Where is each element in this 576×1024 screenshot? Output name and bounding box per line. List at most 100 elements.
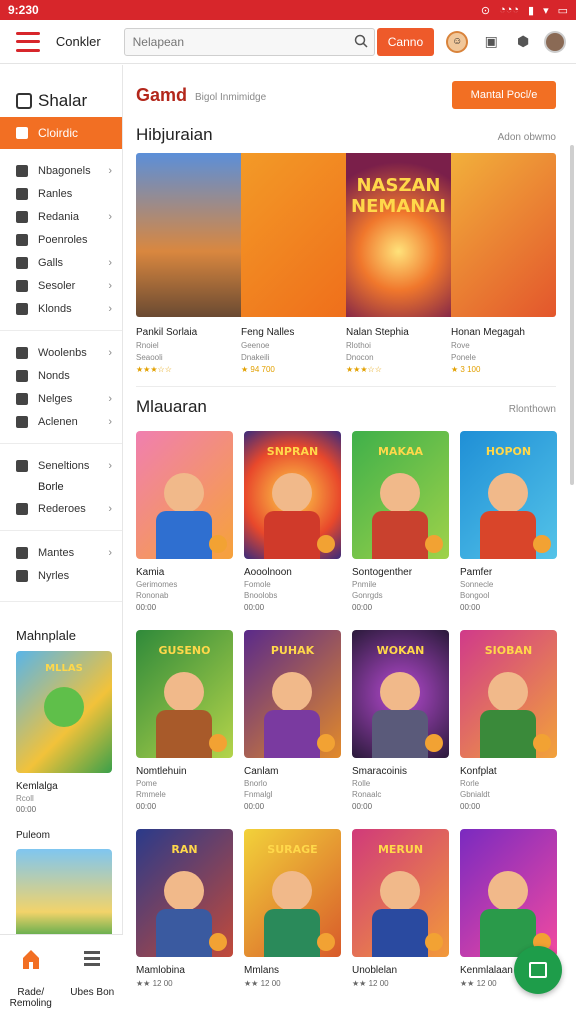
user-avatar[interactable] xyxy=(544,30,566,53)
banner-sub: Rove xyxy=(451,341,470,350)
game-card[interactable]: SURAGE Mmlans ★★ 12 00 xyxy=(244,829,341,988)
game-card-stat: ★★ 12 00 xyxy=(244,979,281,988)
sidebar-group-quaternary: Mantes › Nyrles xyxy=(0,541,122,587)
play-icon[interactable] xyxy=(425,535,443,553)
banner-section-more-link[interactable]: Adon obwmo xyxy=(498,132,556,143)
main-content: Gamd Bigol Inmimidge Mantal Pocl/e Hibju… xyxy=(124,65,576,1024)
play-icon[interactable] xyxy=(317,933,335,951)
play-icon[interactable] xyxy=(317,535,335,553)
play-icon[interactable] xyxy=(209,535,227,553)
game-card-image[interactable]: MAKAA xyxy=(352,431,449,559)
menu-icon[interactable] xyxy=(16,31,40,52)
game-card-image[interactable] xyxy=(460,829,557,957)
game-card-image[interactable]: SURAGE xyxy=(244,829,341,957)
game-card-image[interactable]: GUSENO xyxy=(136,630,233,758)
game-card[interactable]: MERUN Unoblelan ★★ 12 00 xyxy=(352,829,449,988)
game-card-art-text: SURAGE xyxy=(267,843,318,856)
primary-cta-button[interactable]: Mantal Pocl/e xyxy=(452,81,556,109)
banner-sub: Rlothoi xyxy=(346,341,371,350)
profile-avatar[interactable]: ☺ xyxy=(446,30,469,53)
sidebar-item-active[interactable]: Cloirdic xyxy=(0,117,122,149)
character-body xyxy=(480,710,536,758)
game-card[interactable]: SIOBAN Konfplat Rorle Gbnialdt 00:00 xyxy=(460,630,557,811)
play-icon[interactable] xyxy=(317,734,335,752)
game-card[interactable]: PUHAK Canlam Bnorlo Fnmalgl 00:00 xyxy=(244,630,341,811)
game-card[interactable]: SNPRAN Aooolnoon Fomole Bnoolobs 00:00 xyxy=(244,431,341,612)
floating-action-button[interactable] xyxy=(514,946,562,994)
featured-banner[interactable]: NASZAN NEMANAI xyxy=(136,153,556,317)
search-button[interactable]: Canno xyxy=(376,27,435,56)
play-icon[interactable] xyxy=(533,734,551,752)
sidebar-item[interactable]: Mantes › xyxy=(0,541,122,564)
sidebar-item-icon xyxy=(16,369,28,382)
grid-section-more-link[interactable]: Rlonthown xyxy=(509,404,556,415)
search-icon[interactable] xyxy=(354,34,368,48)
game-card[interactable]: MAKAA Sontogenther Pnmile Gonrgds 00:00 xyxy=(352,431,449,612)
sidebar-active-label: Cloirdic xyxy=(38,126,79,140)
featured-card[interactable]: MLLAS Kemlalga Rcoll 00:00 xyxy=(16,651,112,814)
sidebar-item[interactable]: Seneltions › xyxy=(0,454,122,477)
notification-icon[interactable]: ▣ xyxy=(482,33,500,51)
sidebar-item[interactable]: Klonds › xyxy=(0,297,122,320)
status-time: 9:230 xyxy=(8,3,39,17)
play-icon[interactable] xyxy=(425,734,443,752)
banner-panel[interactable] xyxy=(136,153,241,317)
sidebar-item[interactable]: Poenroles xyxy=(0,228,122,251)
game-card[interactable]: HOPON Pamfer Sonnecle Bongool 00:00 xyxy=(460,431,557,612)
banner-panel[interactable] xyxy=(451,153,556,317)
game-card[interactable]: WOKAN Smaracoinis Rolle Ronaalc 00:00 xyxy=(352,630,449,811)
featured-card-image[interactable]: MLLAS xyxy=(16,651,112,773)
game-card[interactable]: Kamia Gerimomes Rononab 00:00 xyxy=(136,431,233,612)
game-card-image[interactable]: PUHAK xyxy=(244,630,341,758)
sidebar-item[interactable]: Ranles xyxy=(0,182,122,205)
play-icon[interactable] xyxy=(425,933,443,951)
game-card-image[interactable]: HOPON xyxy=(460,431,557,559)
sidebar-item[interactable]: Redania › xyxy=(0,205,122,228)
sidebar-item-icon xyxy=(16,546,28,559)
featured2-card[interactable] xyxy=(16,849,112,939)
sidebar-item[interactable]: Nbagonels › xyxy=(0,159,122,182)
chevron-right-icon: › xyxy=(108,459,112,472)
game-card-stat: 00:00 xyxy=(244,802,265,811)
game-card-image[interactable]: MERUN xyxy=(352,829,449,957)
sidebar-item-icon xyxy=(16,210,28,223)
banner-title: Nalan Stephia xyxy=(346,327,409,338)
game-card-image[interactable]: RAN xyxy=(136,829,233,957)
game-card-image[interactable] xyxy=(136,431,233,559)
banner-sub: Geenoe xyxy=(241,341,270,350)
battery-icon: ▭ xyxy=(557,4,568,17)
sidebar-item[interactable]: Rederoes › xyxy=(0,497,122,520)
game-card-image[interactable]: WOKAN xyxy=(352,630,449,758)
search-box[interactable] xyxy=(123,27,375,56)
game-card-art-text: MAKAA xyxy=(377,445,423,458)
play-icon[interactable] xyxy=(209,734,227,752)
sidebar-item[interactable]: Galls › xyxy=(0,251,122,274)
bottom-nav-home[interactable]: Rade/ Remoling xyxy=(0,935,62,1024)
game-card[interactable]: RAN Mamlobina ★★ 12 00 xyxy=(136,829,233,988)
bottom-nav-home-label: Rade/ Remoling xyxy=(9,987,52,1009)
sidebar-item-icon xyxy=(16,302,28,315)
sidebar-item[interactable]: Nyrles xyxy=(0,564,122,587)
search-input[interactable] xyxy=(132,34,343,49)
play-icon[interactable] xyxy=(209,933,227,951)
scrollbar[interactable] xyxy=(570,145,574,485)
game-row: Kamia Gerimomes Rononab 00:00 SNPRAN Aooolnoo… xyxy=(136,431,576,612)
game-card-title: Canlam xyxy=(244,766,279,777)
settings-icon[interactable]: ⬢ xyxy=(514,33,532,51)
featured2-card-image[interactable] xyxy=(16,849,112,939)
bottom-nav-list[interactable]: Ubes Bon xyxy=(62,935,124,1024)
game-card[interactable]: GUSENO Nomtlehuin Pome Rmmele 00:00 xyxy=(136,630,233,811)
sidebar-item[interactable]: Sesoler › xyxy=(0,274,122,297)
game-card-image[interactable]: SNPRAN xyxy=(244,431,341,559)
message-icon: ▮ xyxy=(528,4,535,17)
sidebar-item[interactable]: Nelges › xyxy=(0,387,122,410)
sidebar-item[interactable]: Aclenen › xyxy=(0,410,122,433)
sidebar-subitem[interactable]: Borle xyxy=(0,477,122,497)
banner-panel[interactable] xyxy=(241,153,346,317)
banner-panel[interactable]: NASZAN NEMANAI xyxy=(346,153,451,317)
sidebar-item[interactable]: Nonds xyxy=(0,364,122,387)
status-bar: 9:230 ⊙ ◔◔◔ ▮ ▾ ▭ xyxy=(0,0,576,20)
game-card-image[interactable]: SIOBAN xyxy=(460,630,557,758)
sidebar-item[interactable]: Woolenbs › xyxy=(0,341,122,364)
play-icon[interactable] xyxy=(533,535,551,553)
